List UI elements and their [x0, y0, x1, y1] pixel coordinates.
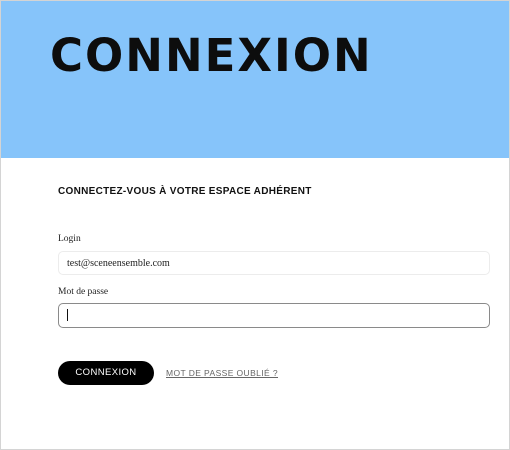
text-cursor: [67, 309, 68, 321]
forgot-password-link[interactable]: MOT DE PASSE OUBLIÉ ?: [166, 368, 278, 378]
connexion-button[interactable]: CONNEXION: [58, 361, 154, 385]
password-input[interactable]: [58, 303, 490, 328]
page-title: CONNEXION: [50, 29, 373, 82]
password-label: Mot de passe: [58, 287, 109, 297]
login-input[interactable]: [58, 251, 490, 275]
login-heading: CONNECTEZ-VOUS À VOTRE ESPACE ADHÉRENT: [58, 186, 312, 197]
hero-banner: CONNEXION: [1, 1, 509, 158]
login-label: Login: [58, 234, 81, 244]
